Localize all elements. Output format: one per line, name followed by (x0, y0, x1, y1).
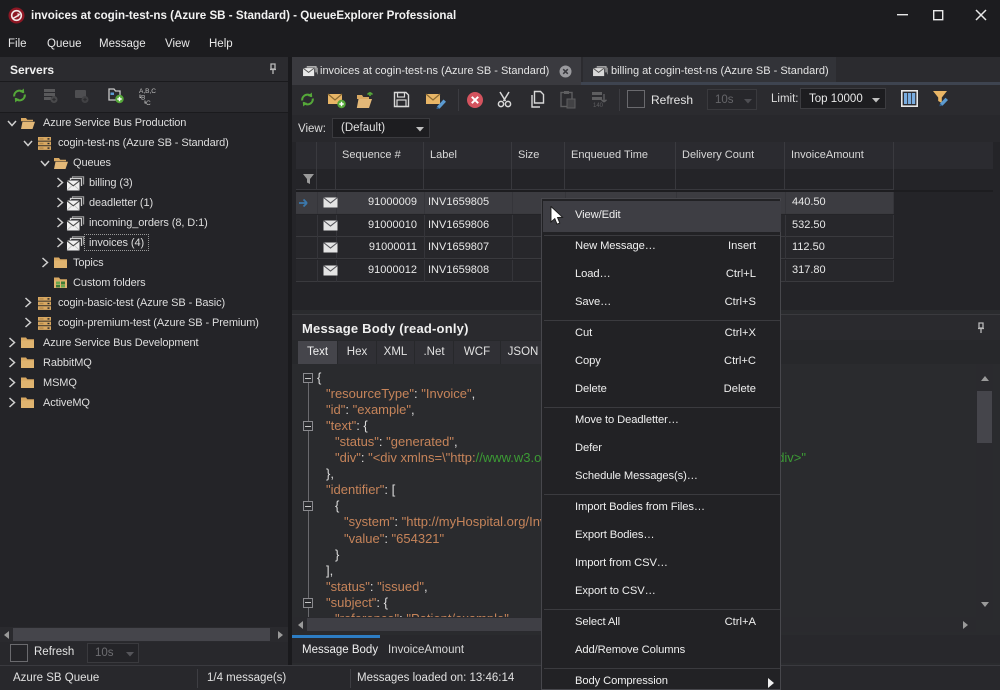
svg-text:C: C (146, 100, 151, 106)
svg-text:B: B (141, 95, 145, 102)
svg-text:140: 140 (593, 103, 604, 109)
